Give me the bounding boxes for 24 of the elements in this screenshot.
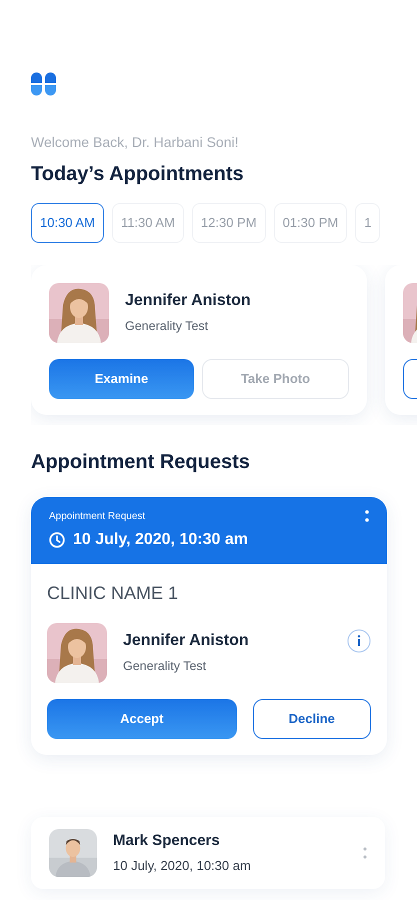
secondary-button[interactable]: Decline bbox=[252, 698, 371, 738]
patient-name: Jennifer Aniston bbox=[123, 631, 250, 652]
time-tab[interactable]: 1 bbox=[355, 203, 380, 242]
logo-icon bbox=[31, 72, 56, 96]
primary-button[interactable]: Accept bbox=[47, 698, 237, 738]
more-icon[interactable] bbox=[365, 508, 369, 522]
time-tab[interactable]: 10:30 AM bbox=[31, 203, 104, 242]
test-name: Generality Test bbox=[123, 658, 208, 676]
welcome-text: Welcome Back, Dr. Harbani Soni! bbox=[31, 133, 240, 152]
section-heading: Today’s Appointments bbox=[31, 162, 245, 187]
appointment-datetime: 10 July, 2020, 10:30 am bbox=[113, 857, 252, 875]
section-heading: Appointment Requests bbox=[31, 450, 251, 474]
appointment-datetime: 10 July, 2020, 10:30 am bbox=[73, 530, 248, 550]
clock-icon bbox=[49, 532, 65, 548]
info-icon[interactable] bbox=[347, 628, 371, 652]
patient-name: Mark Spencers bbox=[113, 830, 221, 850]
time-tab[interactable]: 01:30 PM bbox=[274, 203, 348, 242]
card-label: Appointment Request bbox=[49, 510, 146, 524]
primary-button[interactable]: Examine bbox=[49, 358, 194, 398]
patient-name: Jennifer Aniston bbox=[125, 291, 251, 312]
time-tab[interactable]: 11:30 AM bbox=[112, 203, 184, 242]
clinic-name: CLINIC NAME 1 bbox=[47, 582, 180, 604]
time-tab[interactable]: 12:30 PM bbox=[192, 203, 266, 242]
test-name: Generality Test bbox=[125, 318, 210, 336]
